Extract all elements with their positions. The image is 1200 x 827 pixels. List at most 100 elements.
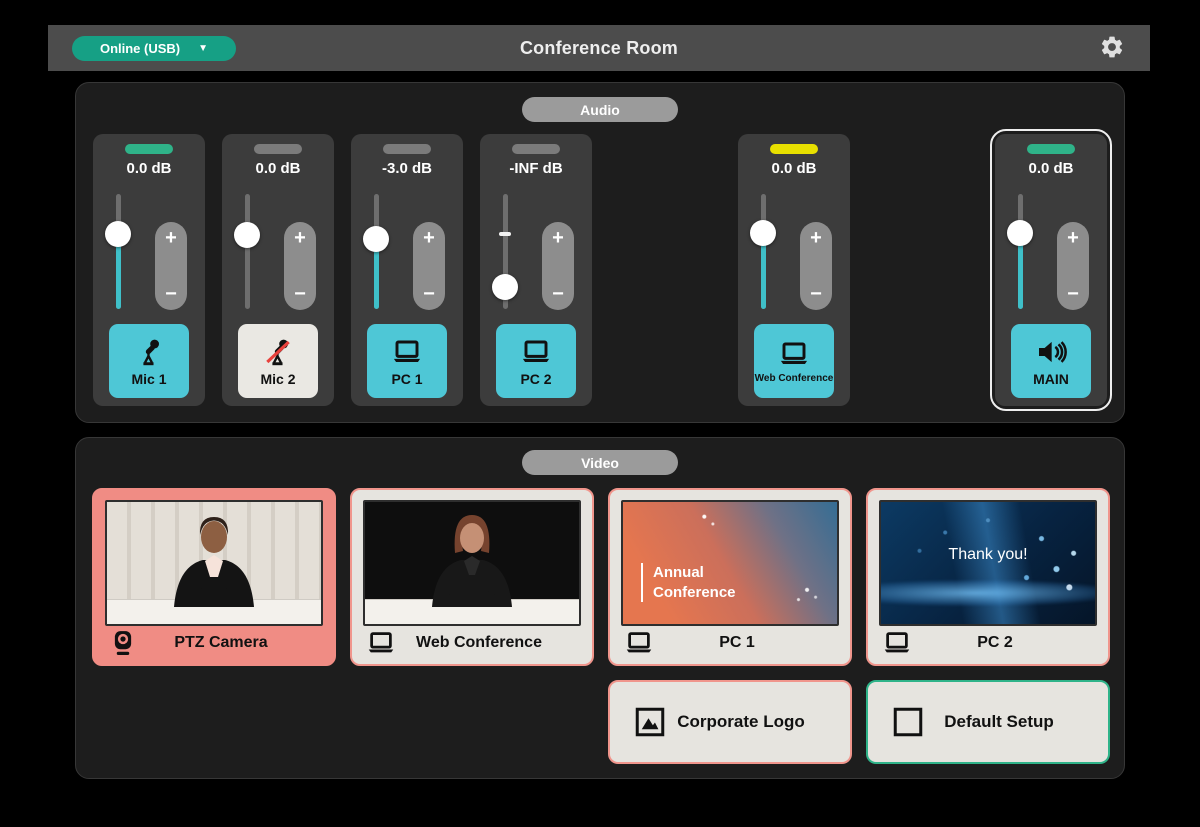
- presenter-figure: [397, 506, 547, 608]
- level-down-button[interactable]: −: [552, 284, 564, 304]
- video-section-label: Video: [522, 450, 678, 475]
- level-up-button[interactable]: +: [165, 228, 177, 248]
- image-icon: [632, 704, 668, 740]
- volume-slider[interactable]: [1007, 194, 1033, 309]
- pc2-mute-button[interactable]: PC 2: [496, 324, 576, 398]
- pc2-preview: Thank you!: [879, 500, 1097, 626]
- level-stepper: + −: [155, 222, 187, 310]
- ptz-camera-preview: [105, 500, 323, 626]
- tile-caption: Web Conference: [352, 628, 592, 658]
- video-tile-web-conference[interactable]: Web Conference: [350, 488, 594, 666]
- gear-icon: [1099, 34, 1125, 60]
- level-stepper: + −: [284, 222, 316, 310]
- pc1-mute-button[interactable]: PC 1: [367, 324, 447, 398]
- level-stepper: + −: [413, 222, 445, 310]
- slider-knob[interactable]: [105, 221, 131, 247]
- microphone-icon: [133, 336, 165, 368]
- slide-title: Annual Conference: [641, 563, 736, 602]
- slider-knob[interactable]: [750, 220, 776, 246]
- laptop-icon: [882, 628, 912, 658]
- level-up-button[interactable]: +: [810, 228, 822, 248]
- video-section: Video: [75, 437, 1125, 779]
- signal-led: [125, 144, 173, 154]
- button-label: Corporate Logo: [668, 712, 814, 732]
- video-tile-pc2[interactable]: Thank you! PC 2: [866, 488, 1110, 666]
- video-tile-ptz-camera[interactable]: PTZ Camera: [92, 488, 336, 666]
- default-setup-button[interactable]: Default Setup: [866, 680, 1110, 764]
- chevron-down-icon: ▼: [198, 43, 208, 54]
- slider-default-tick: [499, 232, 511, 236]
- audio-section-label: Audio: [522, 97, 678, 122]
- level-stepper: + −: [800, 222, 832, 310]
- connection-status-label: Online (USB): [100, 41, 180, 56]
- channel-strip-pc1: -3.0 dB + − PC 1: [351, 134, 463, 406]
- source-label: Mic 2: [260, 371, 295, 387]
- source-label: MAIN: [1033, 371, 1069, 387]
- video-tile-pc1[interactable]: Annual Conference PC 1: [608, 488, 852, 666]
- source-label: PC 1: [391, 371, 422, 387]
- slide-light-streak: [879, 580, 1097, 606]
- level-down-button[interactable]: −: [294, 284, 306, 304]
- tile-label: PC 1: [654, 634, 820, 652]
- channel-strip-webconference: 0.0 dB + − Web Conference: [738, 134, 850, 406]
- presenter-figure: [139, 506, 289, 608]
- corporate-logo-button[interactable]: Corporate Logo: [608, 680, 852, 764]
- source-label: Web Conference: [755, 373, 834, 384]
- tile-label: PC 2: [912, 634, 1078, 652]
- volume-slider[interactable]: [234, 194, 260, 309]
- signal-led: [1027, 144, 1075, 154]
- main-output-highlight: 0.0 dB + − MAI: [990, 129, 1112, 411]
- slider-knob[interactable]: [492, 274, 518, 300]
- slider-knob[interactable]: [234, 222, 260, 248]
- pc1-preview: Annual Conference: [621, 500, 839, 626]
- slider-track[interactable]: [245, 194, 250, 309]
- laptop-icon: [520, 336, 552, 368]
- volume-slider[interactable]: [750, 194, 776, 309]
- webconference-mute-button[interactable]: Web Conference: [754, 324, 834, 398]
- ptz-camera-icon: [108, 628, 138, 658]
- source-label: PC 2: [520, 371, 551, 387]
- tile-label: Web Conference: [396, 634, 562, 652]
- level-up-button[interactable]: +: [423, 228, 435, 248]
- level-stepper: + −: [1057, 222, 1089, 310]
- signal-led: [254, 144, 302, 154]
- main-mute-button[interactable]: MAIN: [1011, 324, 1091, 398]
- square-outline-icon: [890, 704, 926, 740]
- level-down-button[interactable]: −: [165, 284, 177, 304]
- laptop-icon: [366, 628, 396, 658]
- speaker-icon: [1035, 336, 1067, 368]
- volume-slider[interactable]: [363, 194, 389, 309]
- level-down-button[interactable]: −: [810, 284, 822, 304]
- tile-label: PTZ Camera: [138, 634, 304, 652]
- level-up-button[interactable]: +: [294, 228, 306, 248]
- slider-knob[interactable]: [1007, 220, 1033, 246]
- slider-knob[interactable]: [363, 226, 389, 252]
- tile-caption: PC 2: [868, 628, 1108, 658]
- level-up-button[interactable]: +: [1067, 228, 1079, 248]
- microphone-muted-icon: [262, 336, 294, 368]
- level-down-button[interactable]: −: [423, 284, 435, 304]
- level-value: 0.0 dB: [738, 160, 850, 177]
- top-bar: Online (USB) ▼ Conference Room: [48, 25, 1150, 71]
- web-conference-preview: [363, 500, 581, 626]
- slide-title: Thank you!: [881, 546, 1095, 564]
- level-down-button[interactable]: −: [1067, 284, 1079, 304]
- mic2-mute-button[interactable]: Mic 2: [238, 324, 318, 398]
- settings-button[interactable]: [1098, 34, 1126, 62]
- volume-slider[interactable]: [105, 194, 131, 309]
- channel-strip-pc2: -INF dB + − PC 2: [480, 134, 592, 406]
- mic1-mute-button[interactable]: Mic 1: [109, 324, 189, 398]
- source-label: Mic 1: [131, 371, 166, 387]
- level-up-button[interactable]: +: [552, 228, 564, 248]
- laptop-icon: [778, 338, 810, 370]
- level-stepper: + −: [542, 222, 574, 310]
- button-label: Default Setup: [926, 712, 1072, 732]
- signal-led: [383, 144, 431, 154]
- level-value: 0.0 dB: [222, 160, 334, 177]
- channel-strip-main: 0.0 dB + − MAI: [995, 134, 1107, 406]
- level-value: -3.0 dB: [351, 160, 463, 177]
- connection-status-dropdown[interactable]: Online (USB) ▼: [72, 36, 236, 61]
- signal-led: [512, 144, 560, 154]
- video-grid: PTZ Camera: [92, 488, 1110, 764]
- volume-slider[interactable]: [492, 194, 518, 309]
